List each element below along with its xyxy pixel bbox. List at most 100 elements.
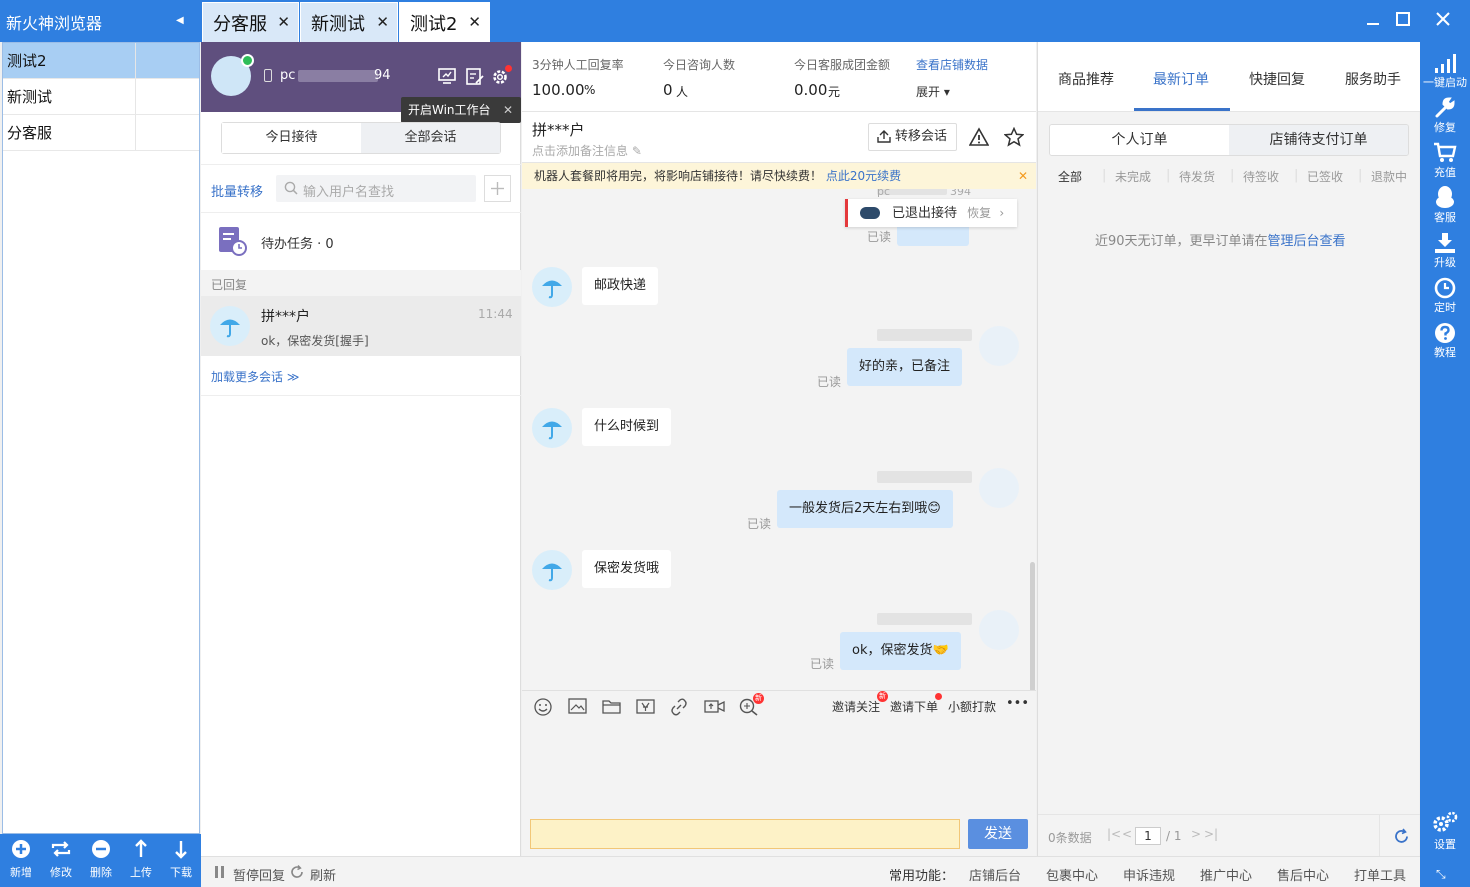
filter-incomplete[interactable]: 未完成	[1115, 168, 1151, 185]
transfer-button[interactable]: 转移会话	[868, 123, 957, 151]
tab-ceshi2[interactable]: 测试2 ✕	[399, 2, 490, 42]
maximize-button[interactable]	[1388, 6, 1418, 32]
timer-button[interactable]: 定时	[1420, 273, 1470, 315]
warning-icon[interactable]	[969, 127, 989, 147]
tab-product-recommend[interactable]: 商品推荐	[1058, 69, 1114, 89]
delete-account-button[interactable]: 删除	[81, 838, 121, 880]
tab-quick-reply[interactable]: 快捷回复	[1249, 69, 1305, 89]
batch-transfer-link[interactable]: 批量转移	[211, 181, 263, 200]
close-icon[interactable]: ✕	[277, 13, 290, 31]
filter-all[interactable]: 全部	[1058, 168, 1082, 185]
tab-shop-pending-orders[interactable]: 店铺待支付订单	[1229, 125, 1408, 155]
download-button[interactable]: 下载	[161, 838, 201, 880]
gear-icon[interactable]	[491, 65, 512, 86]
repair-button[interactable]: 修复	[1420, 93, 1470, 135]
common-functions-label: 常用功能：	[889, 869, 955, 884]
admin-link[interactable]: 管理后台查看	[1268, 234, 1346, 249]
emoji-icon[interactable]	[534, 698, 552, 716]
promotion-center-link[interactable]: 推广中心	[1200, 865, 1252, 884]
pause-reply-button[interactable]: 暂停回复	[233, 865, 285, 884]
video-icon[interactable]	[704, 698, 725, 715]
refresh-button[interactable]: 刷新	[310, 865, 336, 884]
section-header: 已回复	[201, 270, 521, 296]
appeal-link[interactable]: 申诉违规	[1123, 865, 1175, 884]
close-window-button[interactable]	[1428, 6, 1458, 32]
package-center-link[interactable]: 包裹中心	[1046, 865, 1098, 884]
collapse-sidebar-icon[interactable]: ◀	[176, 15, 184, 26]
tab-today[interactable]: 今日接待	[222, 123, 361, 153]
conversation-item[interactable]: 拼***户 11:44 ok，保密发货[握手]	[201, 296, 521, 356]
tab-latest-orders[interactable]: 最新订单	[1153, 69, 1209, 89]
add-button[interactable]	[484, 175, 511, 202]
more-icon[interactable]: •••	[1006, 696, 1029, 711]
share-icon	[877, 130, 891, 143]
account-name: 新测试	[7, 88, 53, 106]
resize-grip-icon[interactable]: ⤡	[1436, 867, 1446, 882]
invite-follow-button[interactable]: 邀请关注	[832, 698, 880, 715]
todo-label[interactable]: 待办任务 · 0	[261, 233, 334, 252]
account-item-fenkefu[interactable]: 分客服	[3, 115, 199, 151]
view-shop-data-link[interactable]: 查看店铺数据	[916, 56, 988, 73]
image-icon[interactable]	[568, 698, 587, 715]
arrow-up-icon	[121, 838, 161, 860]
workbench-icon[interactable]	[438, 68, 456, 85]
close-icon[interactable]: ✕	[503, 97, 513, 123]
tab-xinceshi[interactable]: 新测试 ✕	[300, 2, 398, 42]
account-item-xinceshi[interactable]: 新测试	[3, 79, 199, 115]
recharge-button[interactable]: 充值	[1420, 138, 1470, 180]
upgrade-button[interactable]: 升级	[1420, 228, 1470, 270]
refresh-icon[interactable]	[1393, 828, 1410, 845]
last-page-icon[interactable]: >|	[1204, 827, 1218, 841]
chat-scrollbar[interactable]	[1030, 562, 1035, 692]
first-page-icon[interactable]: |<	[1107, 827, 1121, 841]
filter-received[interactable]: 已签收	[1307, 168, 1343, 185]
folder-icon[interactable]	[602, 698, 621, 715]
page-input[interactable]: 1	[1135, 827, 1161, 845]
invite-order-button[interactable]: 邀请下单	[890, 698, 938, 715]
plus-circle-icon	[1, 838, 41, 860]
star-icon[interactable]	[1004, 127, 1024, 147]
small-payment-button[interactable]: 小额打款	[948, 698, 996, 715]
search-order-icon[interactable]: 新	[739, 693, 764, 716]
link-icon[interactable]	[670, 698, 688, 716]
message-bubble: 保密发货哦	[582, 550, 672, 588]
tab-personal-orders[interactable]: 个人订单	[1050, 125, 1229, 155]
tab-fenkefu[interactable]: 分客服 ✕	[202, 2, 299, 42]
upload-button[interactable]: 上传	[121, 838, 161, 880]
renew-link[interactable]: 点此20元续费	[826, 169, 901, 183]
shop-name-suffix: 94	[374, 68, 391, 83]
prev-page-icon[interactable]: <	[1122, 827, 1132, 841]
customer-service-button[interactable]: 客服	[1420, 183, 1470, 225]
filter-to-receive[interactable]: 待签收	[1243, 168, 1279, 185]
tab-all[interactable]: 全部会话	[361, 123, 500, 153]
print-tool-link[interactable]: 打单工具	[1354, 865, 1406, 884]
search-input[interactable]: 输入用户名查找	[276, 175, 476, 202]
signal-icon	[1420, 48, 1470, 74]
shop-admin-link[interactable]: 店铺后台	[969, 865, 1021, 884]
next-page-icon[interactable]: >	[1191, 827, 1201, 841]
close-icon[interactable]: ✕	[376, 13, 389, 31]
expand-toggle[interactable]: 展开 ▾	[916, 83, 950, 100]
stat-unit: 元	[828, 85, 841, 99]
message-input[interactable]	[530, 819, 960, 849]
close-icon[interactable]: ✕	[468, 13, 481, 31]
stats-bar: 3分钟人工回复率 100.00 % 今日咨询人数 0 人 今日客服成团金额 0.…	[522, 42, 1036, 112]
quick-start-button[interactable]: 一键启动	[1420, 48, 1470, 90]
close-icon[interactable]: ✕	[1018, 163, 1028, 189]
after-sales-link[interactable]: 售后中心	[1277, 865, 1329, 884]
restore-link[interactable]: 恢复	[967, 206, 991, 220]
tutorial-button[interactable]: 教程	[1420, 318, 1470, 360]
load-more-link[interactable]: 加载更多会话 ≫	[211, 368, 299, 385]
settings-button[interactable]: 设置	[1420, 810, 1470, 852]
send-button[interactable]: 发送	[968, 819, 1028, 849]
account-item-ceshi2[interactable]: 测试2	[3, 43, 199, 79]
minimize-button[interactable]	[1358, 6, 1388, 32]
modify-account-button[interactable]: 修改	[41, 838, 81, 880]
product-card-icon[interactable]	[636, 698, 655, 715]
tab-service-assistant[interactable]: 服务助手	[1345, 69, 1401, 89]
filter-to-ship[interactable]: 待发货	[1179, 168, 1215, 185]
filter-refunding[interactable]: 退款中	[1371, 168, 1407, 185]
note-hint[interactable]: 点击添加备注信息 ✎	[532, 142, 642, 159]
edit-icon[interactable]	[466, 68, 484, 85]
add-account-button[interactable]: 新增	[1, 838, 41, 880]
